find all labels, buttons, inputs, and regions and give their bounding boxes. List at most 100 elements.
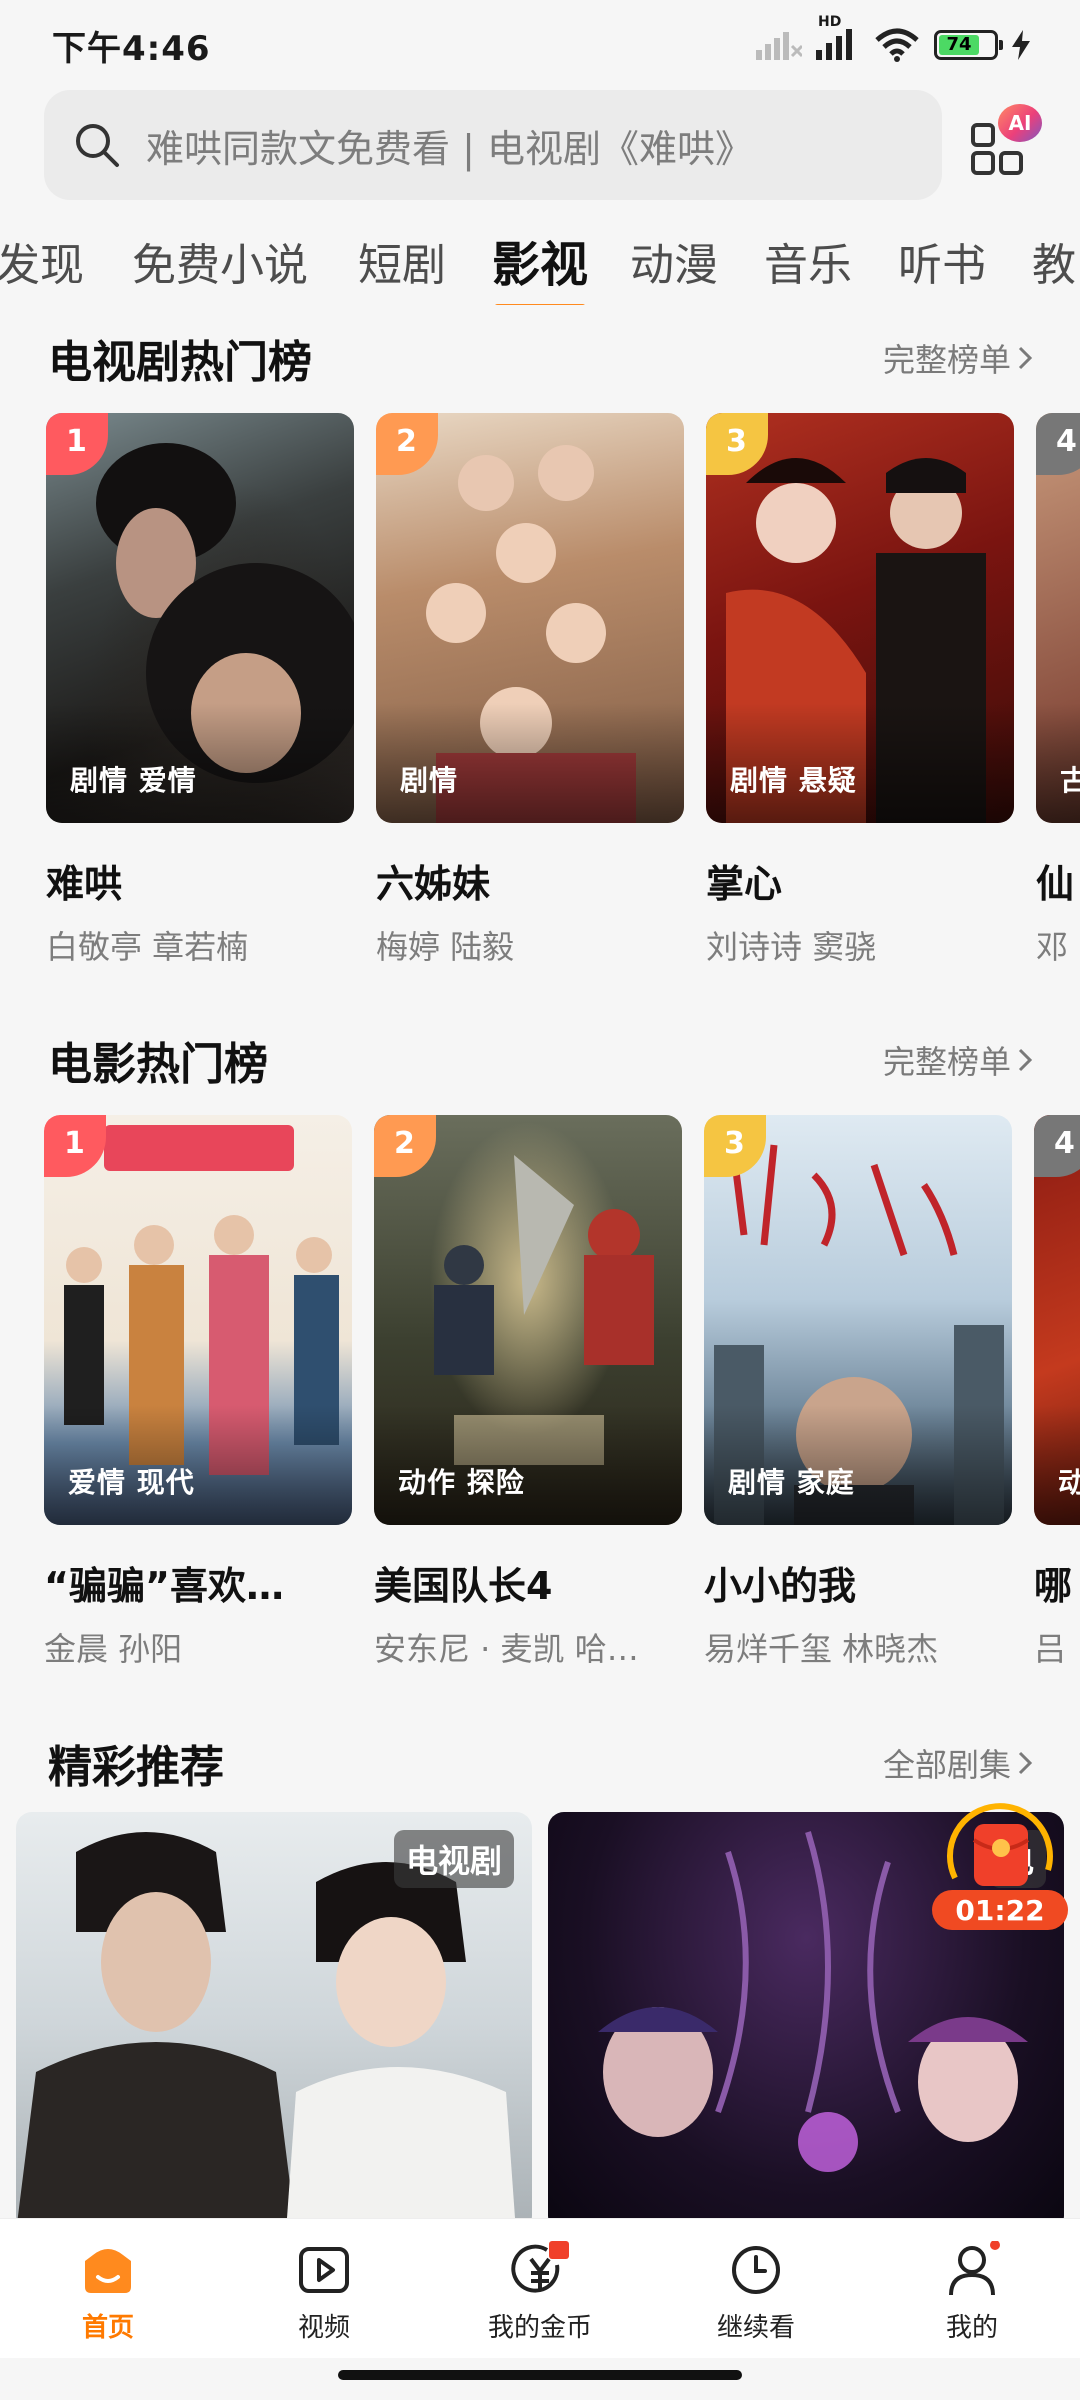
movie-section-header: 电影热门榜 完整榜单 xyxy=(48,1030,1033,1090)
poster-image: 3 剧情 悬疑 xyxy=(706,413,1014,823)
card-cast: 邓 xyxy=(1036,928,1069,966)
tab-music[interactable]: 音乐 xyxy=(764,225,852,293)
poster-genre-tags: 古 xyxy=(1060,764,1080,797)
tv-card[interactable]: 3 剧情 悬疑 掌心 刘诗诗 窦骁 xyxy=(706,413,1014,968)
status-bar: 下午4:46 HD 74 xyxy=(0,0,1080,90)
poster-image: 4 古 xyxy=(1036,413,1080,823)
red-packet-widget[interactable]: 01:22 xyxy=(930,1800,1070,1930)
nav-home[interactable]: 首页 xyxy=(0,2219,216,2358)
coin-icon xyxy=(511,2241,569,2293)
tab-anime[interactable]: 动漫 xyxy=(630,225,718,293)
nav-video-label: 视频 xyxy=(297,2313,350,2343)
tv-card[interactable]: 2 剧情 六姊妹 梅婷 陆毅 xyxy=(376,413,684,968)
profile-icon xyxy=(949,2241,1000,2296)
tab-film-tv[interactable]: 影视 xyxy=(492,225,588,305)
status-time: 下午4:46 xyxy=(52,28,211,69)
poster-genre-tags: 爱情 现代 xyxy=(68,1466,195,1499)
home-icon xyxy=(85,2249,131,2293)
nav-continue-label: 继续看 xyxy=(716,2313,795,2343)
poster-image: 2 剧情 xyxy=(376,413,684,823)
poster-image: 2 动作 探险 xyxy=(374,1115,682,1525)
poster-genre-tags: 动 xyxy=(1058,1466,1080,1499)
red-packet-timer: 01:22 xyxy=(932,1890,1068,1930)
charging-bolt-icon xyxy=(1012,30,1030,60)
rank-badge: 4 xyxy=(1034,1115,1080,1177)
tab-short-drama[interactable]: 短剧 xyxy=(358,225,446,293)
poster-genre-tags: 剧情 爱情 xyxy=(70,764,197,797)
search-row: 难哄同款文免费看 | 电视剧《难哄》 AI xyxy=(44,90,1044,200)
tv-card[interactable]: 4 古 仙 邓 xyxy=(1036,413,1080,968)
poster-genre-tags: 剧情 家庭 xyxy=(728,1466,855,1499)
movie-full-list-link[interactable]: 完整榜单 xyxy=(883,1037,1033,1083)
tab-free-novel[interactable]: 免费小说 xyxy=(132,225,308,293)
tab-discover[interactable]: 发现 xyxy=(0,225,84,293)
nav-coins[interactable]: 我的金币 xyxy=(432,2219,648,2358)
card-cast: 吕 xyxy=(1034,1630,1067,1668)
battery-icon: 74 xyxy=(934,30,1003,60)
video-play-icon xyxy=(299,2247,349,2293)
tab-audiobook[interactable]: 听书 xyxy=(898,225,986,293)
rec-section-header: 精彩推荐 全部剧集 xyxy=(48,1733,1033,1793)
category-tabs: 发现 免费小说 短剧 影视 动漫 音乐 听书 教 xyxy=(0,225,1080,305)
movie-card[interactable]: 3 剧情 家庭 小小的我 易烊千玺 林晓杰 xyxy=(704,1115,1012,1670)
movie-card[interactable]: 4 动 哪 吕 xyxy=(1034,1115,1080,1670)
nav-home-label: 首页 xyxy=(81,2313,134,2343)
card-title: 哪 xyxy=(1034,1564,1073,1608)
poster-image: 3 剧情 家庭 xyxy=(704,1115,1012,1525)
wifi-icon xyxy=(875,28,919,62)
search-input[interactable]: 难哄同款文免费看 | 电视剧《难哄》 xyxy=(44,90,942,200)
tv-full-list-label: 完整榜单 xyxy=(882,341,1011,379)
tab-education[interactable]: 教 xyxy=(1032,225,1076,293)
tv-ranking-row: 1 剧情 爱情 难哄 白敬亭 章若楠 2 剧情 六姊妹 梅婷 陆毅 3 剧情 悬… xyxy=(0,413,1080,973)
chevron-right-icon xyxy=(1018,1048,1033,1072)
poster-image: 1 剧情 爱情 xyxy=(46,413,354,823)
rec-all-series-label: 全部剧集 xyxy=(882,1746,1011,1784)
red-packet-icon xyxy=(946,1803,1053,1886)
card-cast: 安东尼 · 麦凯 哈… xyxy=(374,1630,639,1668)
tv-card[interactable]: 1 剧情 爱情 难哄 白敬亭 章若楠 xyxy=(46,413,354,968)
poster-genre-tags: 剧情 xyxy=(400,764,459,797)
bottom-nav: 首页 视频 我的金币 继续看 我的 xyxy=(0,2218,1080,2358)
movie-ranking-row: 1 爱情 现代 “骗骗”喜欢… 金晨 孙阳 2 动作 探险 美国队长4 安东尼 … xyxy=(0,1115,1080,1675)
tv-section-title: 电视剧热门榜 xyxy=(48,337,312,388)
status-icons: HD 74 xyxy=(756,14,1030,64)
rec-all-series-link[interactable]: 全部剧集 xyxy=(883,1740,1033,1786)
poster-genre-tags: 剧情 悬疑 xyxy=(730,764,857,797)
battery-level: 74 xyxy=(939,35,979,55)
poster-image: 4 动 xyxy=(1034,1115,1080,1525)
tv-full-list-link[interactable]: 完整榜单 xyxy=(883,335,1033,381)
rec-card[interactable]: 电视剧 xyxy=(16,1812,532,2222)
poster-genre-tags: 动作 探险 xyxy=(398,1466,525,1499)
hd-label: HD xyxy=(818,14,842,30)
movie-section-title: 电影热门榜 xyxy=(48,1039,268,1090)
card-title: 难哄 xyxy=(46,862,123,906)
nav-coins-label: 我的金币 xyxy=(487,2313,592,2343)
movie-card[interactable]: 1 爱情 现代 “骗骗”喜欢… 金晨 孙阳 xyxy=(44,1115,352,1670)
card-cast: 白敬亭 章若楠 xyxy=(46,928,249,966)
search-placeholder: 难哄同款文免费看 | 电视剧《难哄》 xyxy=(146,126,753,171)
signal-icon xyxy=(816,29,852,60)
movie-full-list-label: 完整榜单 xyxy=(882,1043,1011,1081)
rank-badge: 4 xyxy=(1036,413,1080,475)
search-icon xyxy=(76,124,119,167)
card-title: 美国队长4 xyxy=(374,1564,553,1608)
card-cast: 梅婷 陆毅 xyxy=(376,928,515,966)
signal-off-icon xyxy=(756,32,802,60)
rec-type-label: 电视剧 xyxy=(393,1830,514,1888)
tv-section-header: 电视剧热门榜 完整榜单 xyxy=(48,328,1033,388)
card-title: “骗骗”喜欢… xyxy=(44,1564,284,1608)
card-title: 六姊妹 xyxy=(376,862,491,906)
nav-continue[interactable]: 继续看 xyxy=(648,2219,864,2358)
card-cast: 刘诗诗 窦骁 xyxy=(706,928,877,966)
nav-profile[interactable]: 我的 xyxy=(864,2219,1080,2358)
rec-row: 电视剧 电 xyxy=(0,1812,1080,2222)
chevron-right-icon xyxy=(1018,1751,1033,1775)
chevron-right-icon xyxy=(1018,346,1033,370)
card-cast: 金晨 孙阳 xyxy=(44,1630,183,1668)
movie-card[interactable]: 2 动作 探险 美国队长4 安东尼 · 麦凯 哈… xyxy=(374,1115,682,1670)
nav-video[interactable]: 视频 xyxy=(216,2219,432,2358)
home-indicator[interactable] xyxy=(338,2370,742,2380)
nav-profile-label: 我的 xyxy=(945,2313,998,2343)
ai-apps-button[interactable]: AI xyxy=(970,104,1042,180)
card-title: 小小的我 xyxy=(704,1564,857,1608)
